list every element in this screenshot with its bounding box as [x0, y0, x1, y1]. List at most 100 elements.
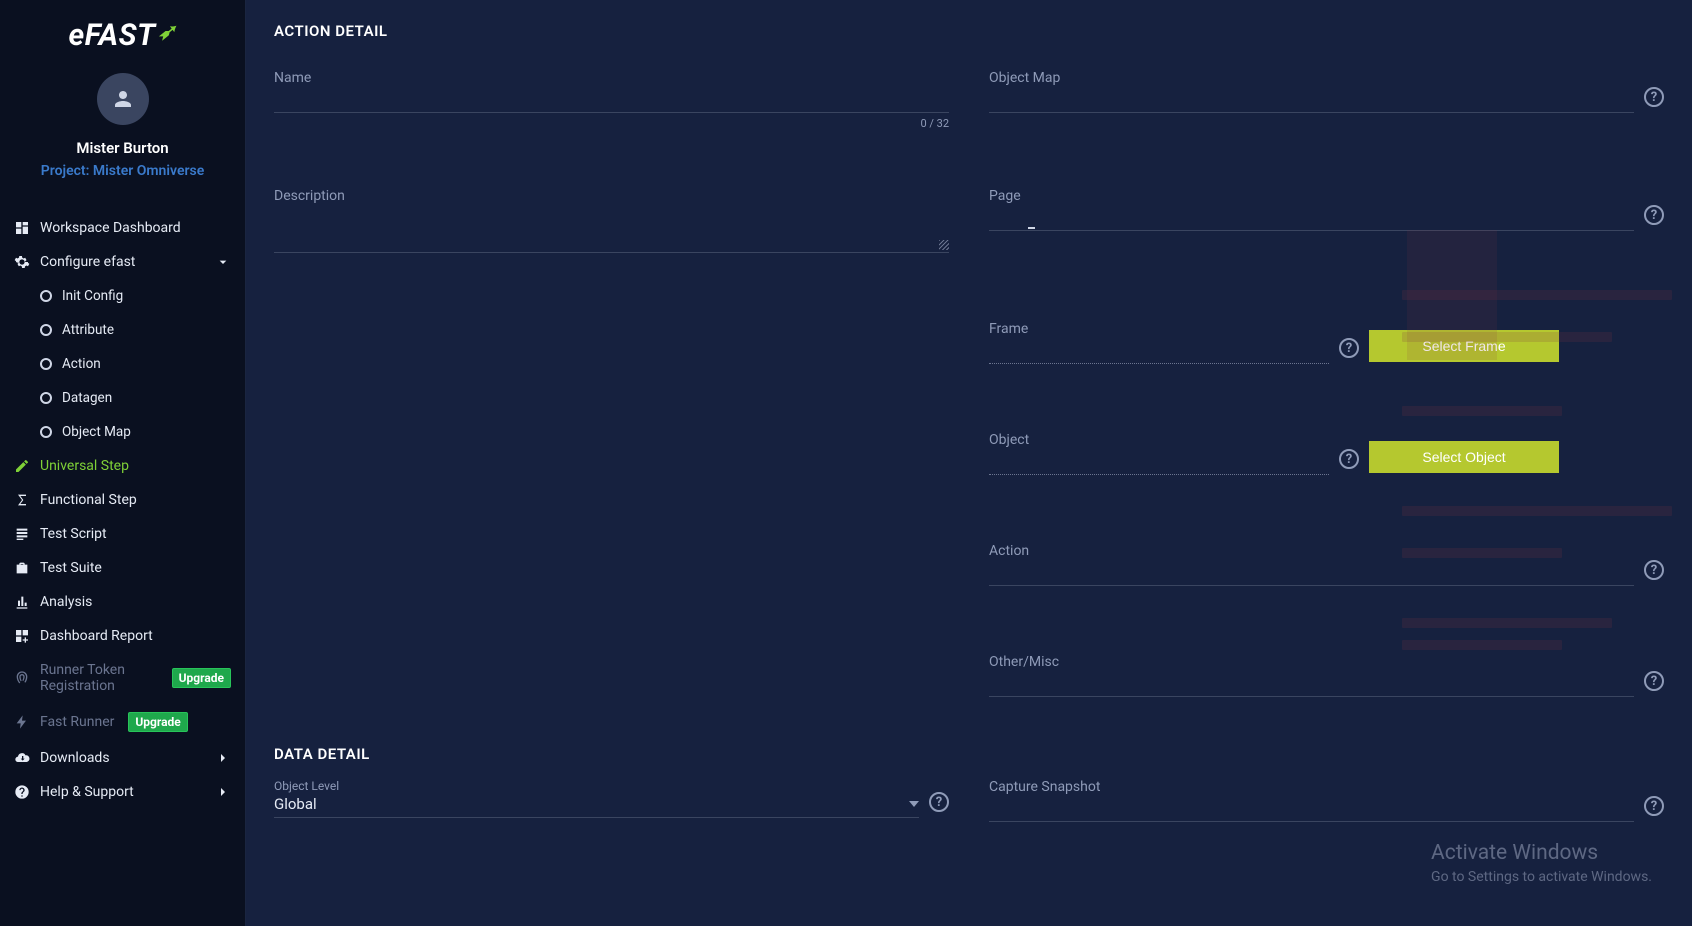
label-other: Other/Misc: [989, 654, 1634, 670]
nav-dashboard-report[interactable]: Dashboard Report: [0, 619, 245, 653]
select-value: Global: [274, 795, 317, 813]
list-icon: [14, 526, 30, 542]
radio-icon: [40, 426, 52, 438]
chevron-right-icon: [215, 750, 231, 766]
upgrade-badge[interactable]: Upgrade: [128, 712, 187, 732]
app-root: eFAST➶ Mister Burton Project: Mister Omn…: [0, 0, 1692, 926]
nav-datagen[interactable]: Datagen: [0, 381, 245, 415]
row-action: Action ?: [989, 543, 1664, 586]
frame-input[interactable]: [989, 339, 1329, 359]
resize-handle-icon[interactable]: [939, 240, 949, 250]
nav-object-map[interactable]: Object Map: [0, 415, 245, 449]
row-object-map: Object Map ?: [989, 70, 1664, 113]
object-level-select[interactable]: Global: [274, 795, 919, 813]
action-input[interactable]: [989, 561, 1634, 581]
nav-configure-efast[interactable]: Configure efast: [0, 245, 245, 279]
field-other: Other/Misc: [989, 654, 1634, 697]
row-page: Page ?: [989, 188, 1664, 231]
nav-action[interactable]: Action: [0, 347, 245, 381]
nav-workspace-dashboard[interactable]: Workspace Dashboard: [0, 211, 245, 245]
name-input[interactable]: [274, 88, 949, 108]
field-page: Page: [989, 188, 1634, 231]
nav-label: Object Map: [62, 424, 131, 440]
description-input[interactable]: [274, 206, 949, 244]
radio-icon: [40, 358, 52, 370]
label-frame: Frame: [989, 321, 1329, 337]
avatar[interactable]: [97, 73, 149, 125]
nav-label: Fast Runner: [40, 714, 114, 730]
project-name: Project: Mister Omniverse: [41, 163, 205, 179]
help-icon[interactable]: ?: [1339, 338, 1359, 358]
select-frame-button[interactable]: Select Frame: [1369, 330, 1559, 362]
edit-icon: [14, 458, 30, 474]
help-icon[interactable]: ?: [1644, 671, 1664, 691]
nav-analysis[interactable]: Analysis: [0, 585, 245, 619]
nav-runner-token[interactable]: Runner Token Registration Upgrade: [0, 653, 245, 703]
help-icon[interactable]: ?: [1644, 205, 1664, 225]
nav-label: Help & Support: [40, 784, 134, 800]
nav-label: Configure efast: [40, 254, 135, 270]
help-icon[interactable]: ?: [1644, 796, 1664, 816]
field-object: Object: [989, 432, 1329, 475]
name-counter: 0 / 32: [274, 117, 949, 130]
nav-label: Runner Token Registration: [40, 662, 158, 694]
object-map-input[interactable]: [989, 88, 1634, 108]
nav-fast-runner[interactable]: Fast Runner Upgrade: [0, 703, 245, 741]
nav-help-support[interactable]: Help & Support: [0, 775, 245, 809]
help-icon[interactable]: ?: [929, 792, 949, 812]
nav-attribute[interactable]: Attribute: [0, 313, 245, 347]
other-input[interactable]: [989, 672, 1634, 692]
nav-downloads[interactable]: Downloads: [0, 741, 245, 775]
radio-icon: [40, 324, 52, 336]
capture-snapshot-input[interactable]: [989, 797, 1634, 817]
logo-wrap: eFAST➶: [0, 18, 245, 53]
field-capture-snapshot: Capture Snapshot: [989, 779, 1634, 822]
nav-label: Universal Step: [40, 458, 129, 474]
nav-label: Attribute: [62, 322, 114, 338]
logo-part2: FAST: [85, 18, 156, 53]
help-icon[interactable]: ?: [1339, 449, 1359, 469]
nav-test-script[interactable]: Test Script: [0, 517, 245, 551]
brand-logo: eFAST➶: [69, 18, 177, 53]
nav-label: Init Config: [62, 288, 123, 304]
radio-icon: [40, 290, 52, 302]
field-object-map: Object Map: [989, 70, 1634, 113]
logo-part1: e: [69, 18, 85, 53]
nav-label: Datagen: [62, 390, 112, 406]
sidebar: eFAST➶ Mister Burton Project: Mister Omn…: [0, 0, 246, 926]
briefcase-icon: [14, 560, 30, 576]
field-description: Description: [274, 188, 949, 253]
help-icon: [14, 784, 30, 800]
dashboard-icon: [14, 220, 30, 236]
page-input[interactable]: [989, 206, 1634, 226]
row-frame: Frame ? Select Frame: [989, 321, 1664, 364]
action-detail-form: Name 0 / 32 Object Map ? Description: [274, 70, 1664, 697]
user-name: Mister Burton: [76, 139, 168, 157]
label-name: Name: [274, 70, 949, 86]
upgrade-badge[interactable]: Upgrade: [172, 668, 231, 688]
nav: Workspace Dashboard Configure efast Init…: [0, 211, 245, 926]
nav-test-suite[interactable]: Test Suite: [0, 551, 245, 585]
select-object-button[interactable]: Select Object: [1369, 441, 1559, 473]
nav-universal-step[interactable]: Universal Step: [0, 449, 245, 483]
person-icon: [111, 87, 135, 111]
nav-label: Downloads: [40, 750, 110, 766]
field-frame: Frame: [989, 321, 1329, 364]
nav-init-config[interactable]: Init Config: [0, 279, 245, 313]
chevron-down-icon: [215, 254, 231, 270]
cloud-download-icon: [14, 750, 30, 766]
row-other: Other/Misc ?: [989, 654, 1664, 697]
field-action: Action: [989, 543, 1634, 586]
nav-label: Functional Step: [40, 492, 137, 508]
object-input[interactable]: [989, 450, 1329, 470]
chevron-down-icon: [909, 801, 919, 807]
nav-functional-step[interactable]: Functional Step: [0, 483, 245, 517]
fingerprint-icon: [14, 670, 30, 686]
main-content: ACTION DETAIL Name 0 / 32 Object Map ?: [246, 0, 1692, 926]
nav-label: Workspace Dashboard: [40, 220, 181, 236]
help-icon[interactable]: ?: [1644, 87, 1664, 107]
data-detail-form: Object Level Global ? Capture Snapshot ?: [274, 779, 1664, 822]
nav-label: Action: [62, 356, 101, 372]
field-object-level: Object Level Global: [274, 779, 919, 818]
help-icon[interactable]: ?: [1644, 560, 1664, 580]
